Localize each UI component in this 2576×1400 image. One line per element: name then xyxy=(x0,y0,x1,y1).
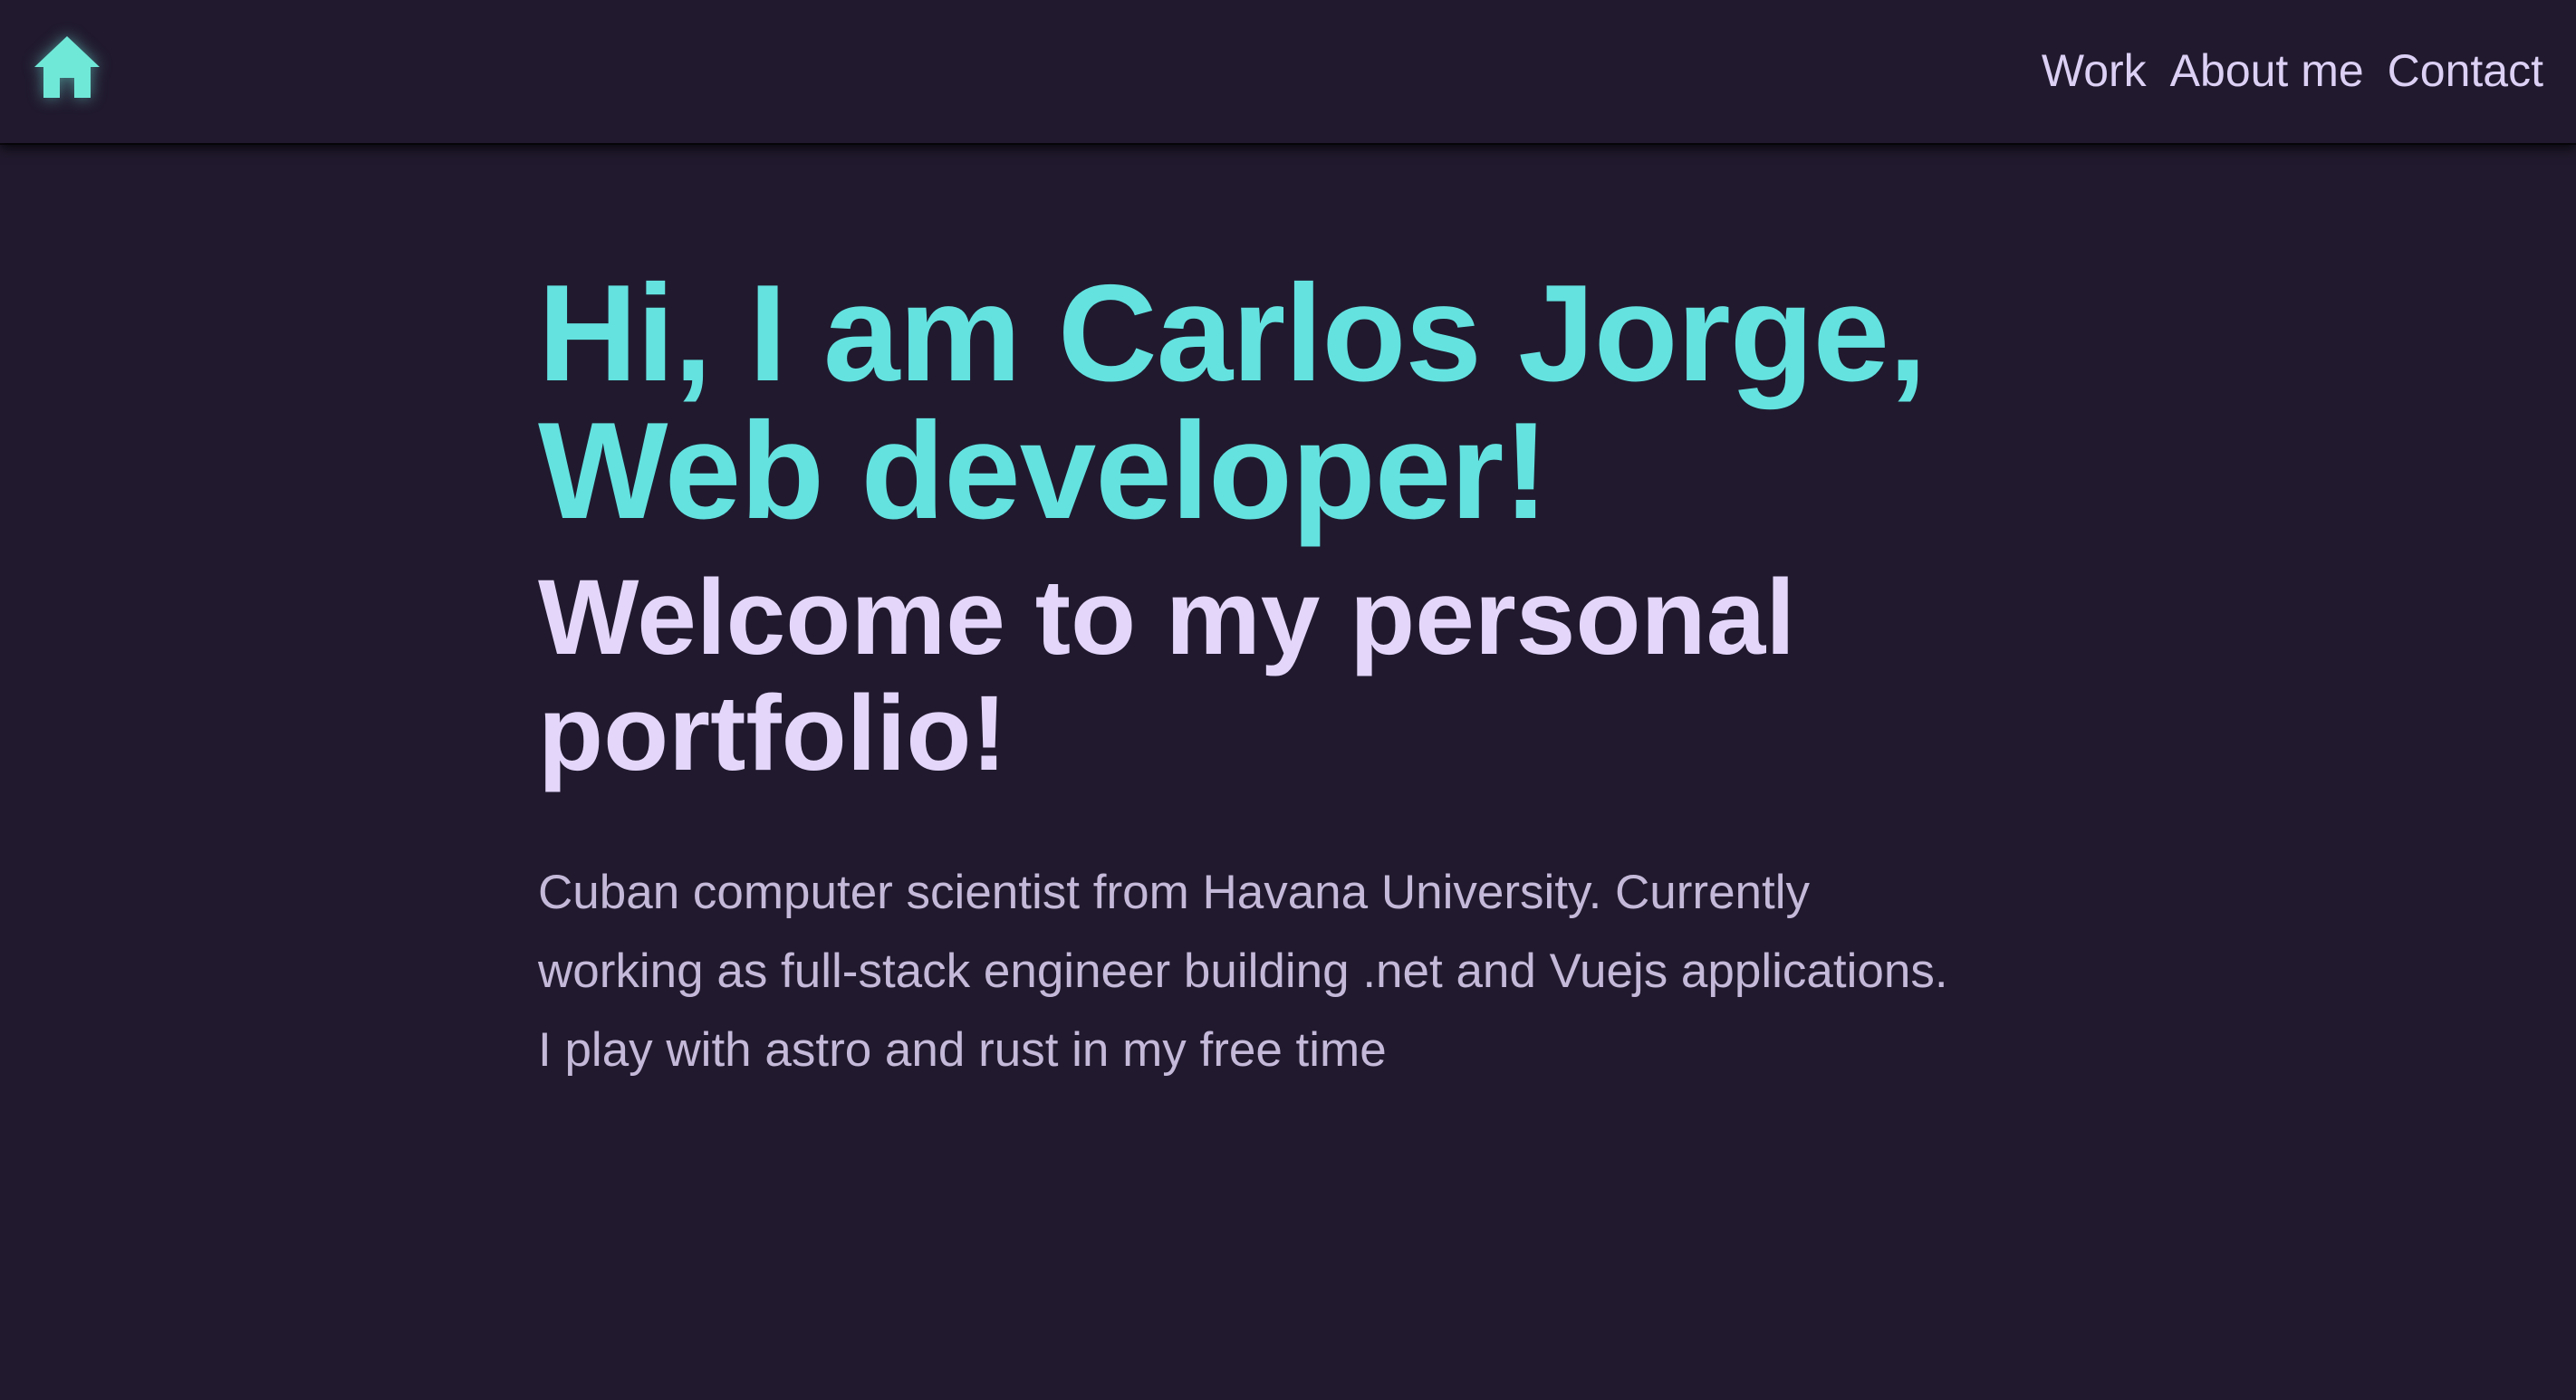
nav-link-about-me[interactable]: About me xyxy=(2170,42,2364,100)
hero-description-line-3: I play with astro and rust in my free ti… xyxy=(538,1023,1387,1077)
home-icon xyxy=(34,36,100,98)
page: Work About me Contact Hi, I am Carlos Jo… xyxy=(0,0,2576,1400)
hero-title: Hi, I am Carlos Jorge, Web developer! xyxy=(538,264,2078,540)
hero-description: Cuban computer scientist from Havana Uni… xyxy=(538,853,2060,1089)
nav-link-contact[interactable]: Contact xyxy=(2388,42,2543,100)
navbar: Work About me Contact xyxy=(0,0,2576,143)
hero-title-line-2: Web developer! xyxy=(538,394,1549,548)
hero-title-line-1: Hi, I am Carlos Jorge, xyxy=(538,256,1927,410)
hero-subtitle-line-2: portfolio! xyxy=(538,674,1007,793)
home-link[interactable] xyxy=(31,33,103,101)
hero-subtitle: Welcome to my personal portfolio! xyxy=(538,560,1987,791)
hero-description-line-2: working as full-stack engineer building … xyxy=(538,945,1948,998)
hero-description-line-1: Cuban computer scientist from Havana Uni… xyxy=(538,866,1811,919)
hero-subtitle-line-1: Welcome to my personal xyxy=(538,558,1795,677)
nav-links: Work About me Contact xyxy=(2042,42,2543,100)
hero-section: Hi, I am Carlos Jorge, Web developer! We… xyxy=(538,264,2078,1089)
nav-link-work[interactable]: Work xyxy=(2042,42,2147,100)
